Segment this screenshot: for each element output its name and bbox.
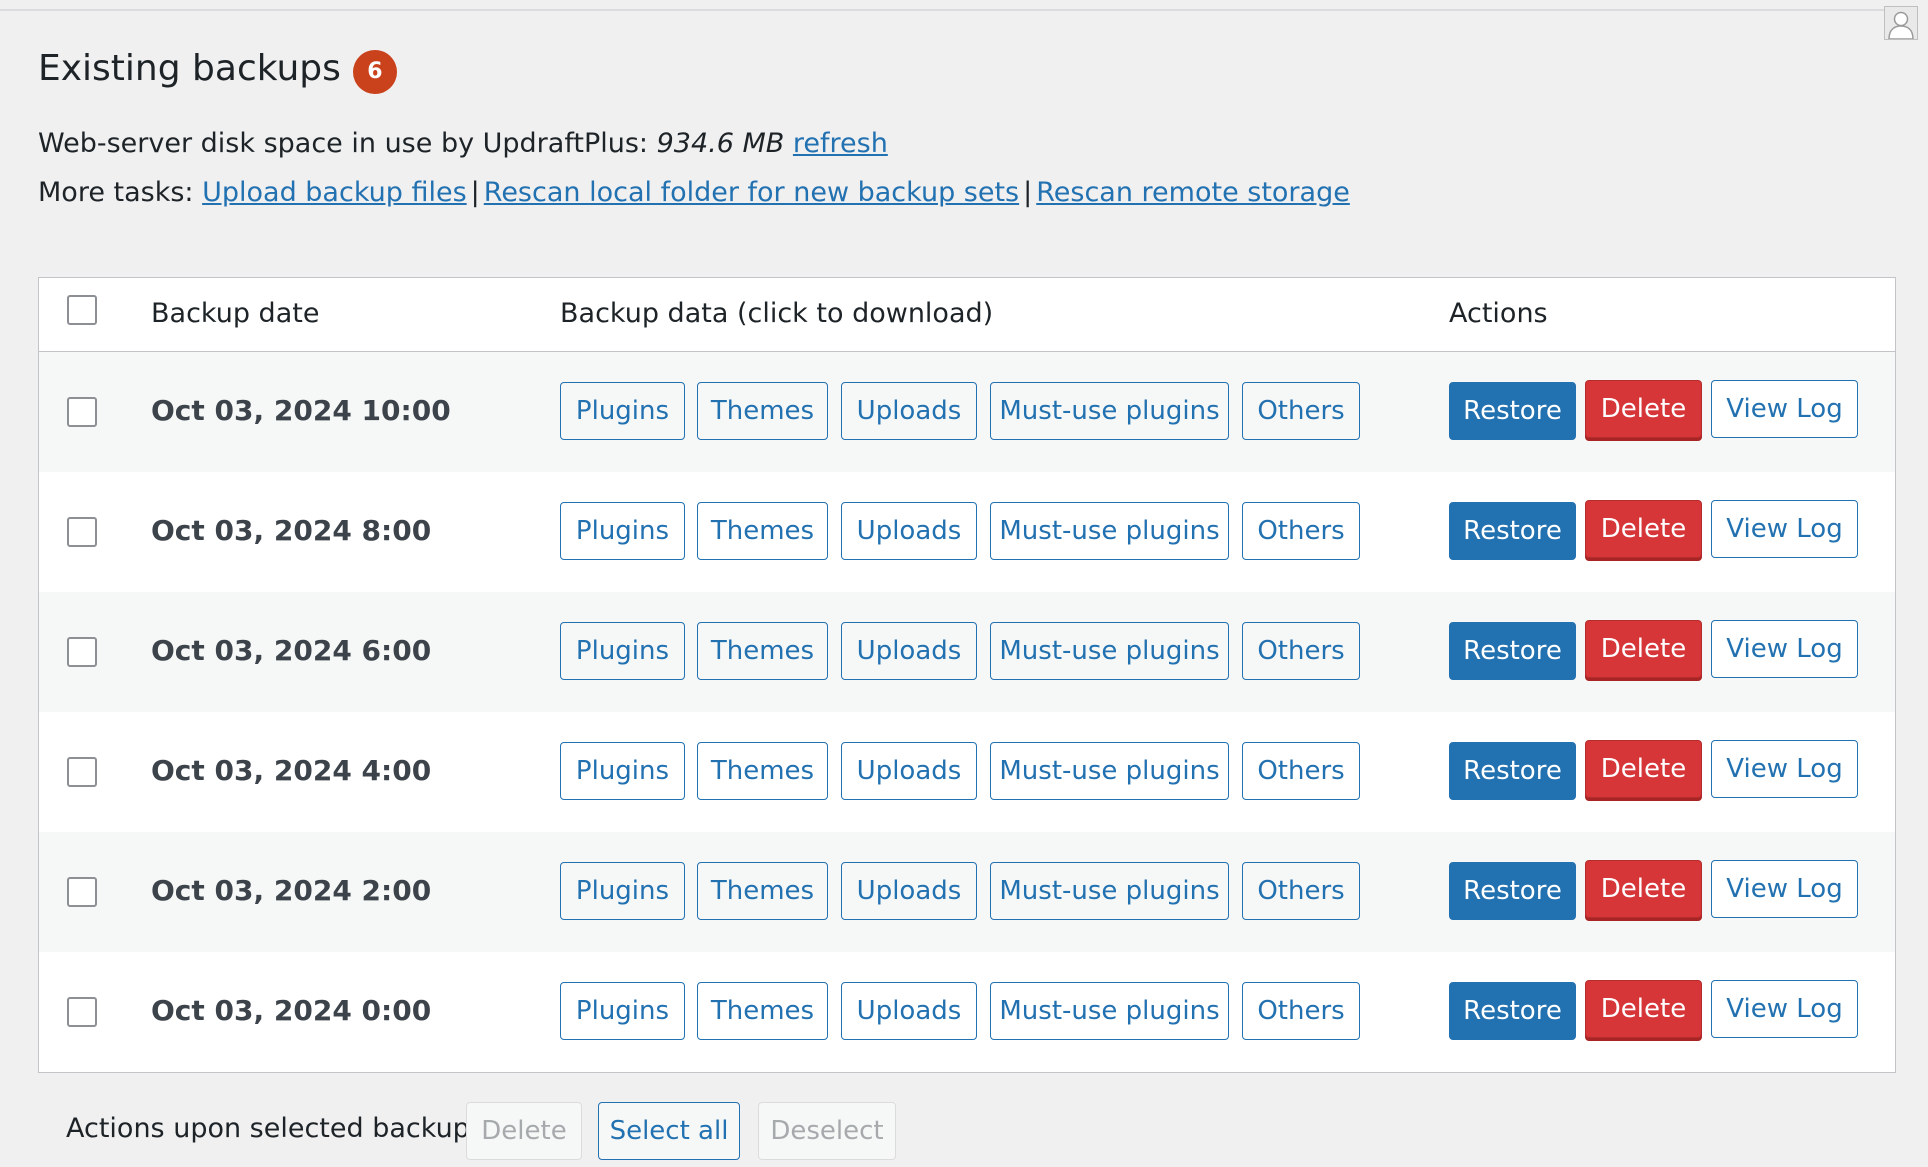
delete-button[interactable]: Delete <box>1585 740 1702 798</box>
uploads-download-button[interactable]: Uploads <box>841 742 977 800</box>
separator: | <box>1023 177 1033 208</box>
table-row: Oct 03, 2024 10:00 Plugins Themes Uploads Mu… <box>39 352 1895 472</box>
separator: | <box>470 177 480 208</box>
uploads-download-button[interactable]: Uploads <box>841 382 977 440</box>
others-download-button[interactable]: Others <box>1242 742 1360 800</box>
restore-button[interactable]: Restore <box>1449 982 1576 1040</box>
column-header-actions: Actions <box>1449 298 1548 329</box>
others-download-button[interactable]: Others <box>1242 862 1360 920</box>
themes-download-button[interactable]: Themes <box>697 622 828 680</box>
must-use-plugins-download-button[interactable]: Must-use plugins <box>990 622 1229 680</box>
bulk-actions-bar: Actions upon selected backups Delete Sel… <box>38 1100 1896 1160</box>
plugins-download-button[interactable]: Plugins <box>560 382 685 440</box>
more-tasks-label: More tasks: <box>38 177 194 208</box>
must-use-plugins-download-button[interactable]: Must-use plugins <box>990 982 1229 1040</box>
view-log-button[interactable]: View Log <box>1711 860 1858 918</box>
delete-button[interactable]: Delete <box>1585 860 1702 918</box>
themes-download-button[interactable]: Themes <box>697 502 828 560</box>
bulk-actions-label: Actions upon selected backups <box>66 1113 484 1144</box>
select-all-checkbox[interactable] <box>67 295 97 325</box>
upload-backup-files-link[interactable]: Upload backup files <box>202 177 467 208</box>
row-checkbox[interactable] <box>67 877 97 907</box>
must-use-plugins-download-button[interactable]: Must-use plugins <box>990 502 1229 560</box>
bulk-delete-button[interactable]: Delete <box>466 1102 582 1160</box>
select-all-button[interactable]: Select all <box>598 1102 740 1160</box>
row-checkbox[interactable] <box>67 397 97 427</box>
rescan-remote-storage-link[interactable]: Rescan remote storage <box>1036 177 1350 208</box>
uploads-download-button[interactable]: Uploads <box>841 982 977 1040</box>
page-title-text: Existing backups <box>38 48 341 89</box>
backup-date: Oct 03, 2024 8:00 <box>151 514 432 547</box>
themes-download-button[interactable]: Themes <box>697 382 828 440</box>
others-download-button[interactable]: Others <box>1242 982 1360 1040</box>
table-row: Oct 03, 2024 0:00 Plugins Themes Uploads Mus… <box>39 952 1895 1072</box>
plugins-download-button[interactable]: Plugins <box>560 502 685 560</box>
row-checkbox[interactable] <box>67 757 97 787</box>
view-log-button[interactable]: View Log <box>1711 980 1858 1038</box>
row-checkbox[interactable] <box>67 997 97 1027</box>
view-log-button[interactable]: View Log <box>1711 500 1858 558</box>
view-log-button[interactable]: View Log <box>1711 380 1858 438</box>
view-log-button[interactable]: View Log <box>1711 740 1858 798</box>
plugins-download-button[interactable]: Plugins <box>560 862 685 920</box>
refresh-link[interactable]: refresh <box>793 128 888 159</box>
column-header-backup-data: Backup data (click to download) <box>560 298 994 329</box>
uploads-download-button[interactable]: Uploads <box>841 502 977 560</box>
view-log-button[interactable]: View Log <box>1711 620 1858 678</box>
row-checkbox[interactable] <box>67 637 97 667</box>
uploads-download-button[interactable]: Uploads <box>841 862 977 920</box>
delete-button[interactable]: Delete <box>1585 620 1702 678</box>
uploads-download-button[interactable]: Uploads <box>841 622 977 680</box>
more-tasks-line: More tasks: Upload backup files | Rescan l… <box>38 176 1350 210</box>
top-divider <box>0 9 1906 11</box>
backup-date: Oct 03, 2024 10:00 <box>151 394 451 427</box>
restore-button[interactable]: Restore <box>1449 742 1576 800</box>
table-row: Oct 03, 2024 4:00 Plugins Themes Uploads Mus… <box>39 712 1895 832</box>
row-checkbox[interactable] <box>67 517 97 547</box>
others-download-button[interactable]: Others <box>1242 382 1360 440</box>
themes-download-button[interactable]: Themes <box>697 742 828 800</box>
restore-button[interactable]: Restore <box>1449 502 1576 560</box>
plugins-download-button[interactable]: Plugins <box>560 742 685 800</box>
backup-count-badge: 6 <box>352 50 397 94</box>
deselect-button[interactable]: Deselect <box>758 1102 896 1160</box>
column-header-backup-date: Backup date <box>151 298 320 329</box>
plugins-download-button[interactable]: Plugins <box>560 622 685 680</box>
disk-usage-line: Web-server disk space in use by UpdraftP… <box>38 127 888 161</box>
restore-button[interactable]: Restore <box>1449 622 1576 680</box>
backups-table: Backup date Backup data (click to downlo… <box>38 277 1896 1073</box>
backup-date: Oct 03, 2024 0:00 <box>151 994 432 1027</box>
restore-button[interactable]: Restore <box>1449 382 1576 440</box>
others-download-button[interactable]: Others <box>1242 622 1360 680</box>
delete-button[interactable]: Delete <box>1585 380 1702 438</box>
disk-usage-value: 934.6 MB <box>656 128 785 159</box>
delete-button[interactable]: Delete <box>1585 980 1702 1038</box>
page-title: Existing backups 6 <box>38 44 397 94</box>
user-avatar-icon[interactable] <box>1884 6 1918 40</box>
backup-date: Oct 03, 2024 6:00 <box>151 634 432 667</box>
must-use-plugins-download-button[interactable]: Must-use plugins <box>990 862 1229 920</box>
table-row: Oct 03, 2024 8:00 Plugins Themes Uploads Mus… <box>39 472 1895 592</box>
backup-date: Oct 03, 2024 2:00 <box>151 874 432 907</box>
rescan-local-folder-link[interactable]: Rescan local folder for new backup sets <box>484 177 1019 208</box>
table-row: Oct 03, 2024 2:00 Plugins Themes Uploads Mus… <box>39 832 1895 952</box>
backup-date: Oct 03, 2024 4:00 <box>151 754 432 787</box>
must-use-plugins-download-button[interactable]: Must-use plugins <box>990 742 1229 800</box>
others-download-button[interactable]: Others <box>1242 502 1360 560</box>
restore-button[interactable]: Restore <box>1449 862 1576 920</box>
delete-button[interactable]: Delete <box>1585 500 1702 558</box>
plugins-download-button[interactable]: Plugins <box>560 982 685 1040</box>
table-header: Backup date Backup data (click to downlo… <box>39 278 1895 352</box>
disk-usage-label: Web-server disk space in use by UpdraftP… <box>38 128 649 159</box>
themes-download-button[interactable]: Themes <box>697 982 828 1040</box>
must-use-plugins-download-button[interactable]: Must-use plugins <box>990 382 1229 440</box>
themes-download-button[interactable]: Themes <box>697 862 828 920</box>
table-row: Oct 03, 2024 6:00 Plugins Themes Uploads Mus… <box>39 592 1895 712</box>
